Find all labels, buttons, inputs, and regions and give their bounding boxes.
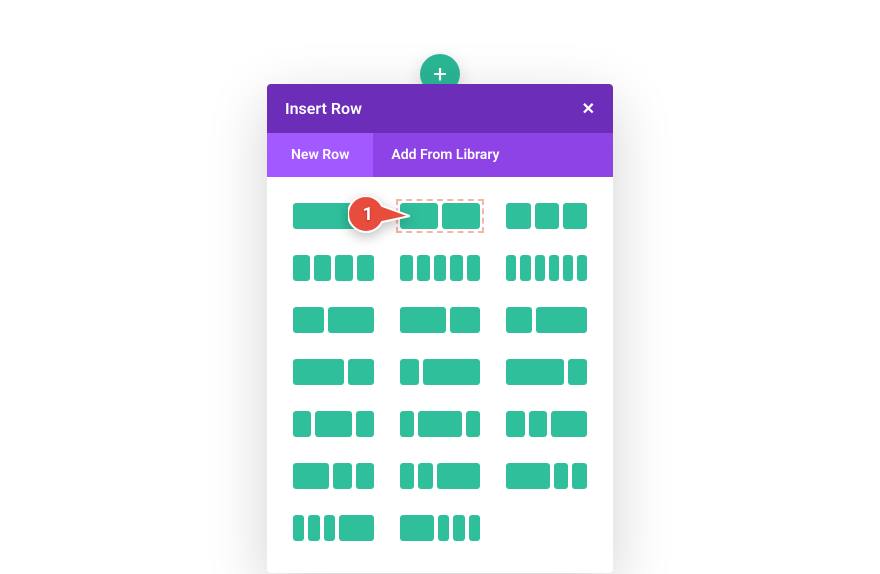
layout-option-1_6x6[interactable] — [502, 251, 591, 285]
layout-option-column — [568, 359, 587, 385]
layout-option-column — [418, 411, 462, 437]
modal-tabs: New Row Add From Library — [267, 133, 613, 177]
layout-option-1_1[interactable] — [289, 199, 378, 233]
layout-option-column — [506, 463, 550, 489]
layout-option-1_6x3__1_2[interactable] — [289, 511, 378, 545]
layout-option-column — [450, 255, 463, 281]
layout-option-1_2__1_4__1_4[interactable] — [289, 459, 378, 493]
layout-option-1_5x5[interactable] — [396, 251, 485, 285]
layout-option-column — [506, 411, 524, 437]
layout-option-column — [572, 463, 587, 489]
layout-option-column — [293, 255, 310, 281]
layout-option-column — [293, 463, 329, 489]
layout-option-column — [438, 515, 449, 541]
layout-option-column — [535, 203, 559, 229]
modal-body — [267, 177, 613, 573]
layout-option-column — [315, 411, 351, 437]
layout-option-1_2__1_6x3[interactable] — [396, 511, 485, 545]
layout-option-column — [577, 255, 587, 281]
layout-option-column — [293, 411, 311, 437]
layout-option-3_5__1_5__1_5[interactable] — [502, 459, 591, 493]
layout-option-column — [418, 463, 433, 489]
layout-option-column — [308, 515, 319, 541]
layout-option-column — [293, 515, 304, 541]
layout-option-column — [293, 203, 374, 229]
layout-option-1_5__3_5__1_5[interactable] — [396, 407, 485, 441]
layout-option-column — [467, 255, 480, 281]
tab-add-from-library[interactable]: Add From Library — [373, 133, 517, 177]
modal-header: Insert Row ✕ — [267, 84, 613, 133]
layout-option-column — [348, 359, 374, 385]
layout-option-column — [506, 307, 532, 333]
layout-option-column — [529, 411, 547, 437]
layout-option-1_4__1_4__1_2[interactable] — [502, 407, 591, 441]
layout-option-column — [466, 411, 481, 437]
layout-option-column — [400, 515, 434, 541]
layout-option-1_4__3_4[interactable] — [396, 355, 485, 389]
layout-option-column — [536, 307, 587, 333]
layout-option-column — [356, 411, 374, 437]
layout-option-3_4__1_4[interactable] — [502, 355, 591, 389]
layout-option-1_4x4[interactable] — [289, 251, 378, 285]
layout-option-column — [453, 515, 464, 541]
layout-option-2_3__1_3[interactable] — [289, 355, 378, 389]
row-layout-grid — [289, 199, 591, 545]
layout-option-1_3__1_3__1_3[interactable] — [502, 199, 591, 233]
layout-option-3_5__2_5[interactable] — [396, 303, 485, 337]
layout-option-1_3__2_3[interactable] — [502, 303, 591, 337]
layout-option-column — [506, 255, 516, 281]
layout-option-1_4__1_2__1_4[interactable] — [289, 407, 378, 441]
layout-option-column — [442, 203, 480, 229]
layout-option-column — [324, 515, 335, 541]
layout-option-column — [506, 203, 530, 229]
layout-option-column — [328, 307, 374, 333]
layout-option-column — [423, 359, 481, 385]
layout-option-1_2__1_2[interactable] — [396, 199, 485, 233]
tab-new-row[interactable]: New Row — [267, 133, 373, 177]
layout-option-column — [293, 307, 324, 333]
layout-option-column — [335, 255, 352, 281]
insert-row-modal: Insert Row ✕ New Row Add From Library — [267, 84, 613, 573]
layout-option-column — [535, 255, 545, 281]
layout-option-column — [417, 255, 430, 281]
layout-option-column — [434, 255, 447, 281]
layout-option-column — [437, 463, 481, 489]
modal-title: Insert Row — [285, 99, 362, 118]
layout-option-column — [506, 359, 564, 385]
layout-option-column — [450, 307, 481, 333]
layout-option-column — [357, 255, 374, 281]
layout-option-column — [554, 463, 569, 489]
layout-option-column — [469, 515, 480, 541]
layout-option-column — [356, 463, 374, 489]
layout-option-column — [563, 203, 587, 229]
layout-option-column — [563, 255, 573, 281]
layout-option-column — [293, 359, 344, 385]
layout-option-column — [400, 411, 415, 437]
layout-option-column — [339, 515, 373, 541]
close-icon[interactable]: ✕ — [582, 101, 595, 117]
layout-option-column — [333, 463, 351, 489]
layout-option-column — [551, 411, 587, 437]
layout-option-column — [400, 255, 413, 281]
layout-option-1_5__1_5__3_5[interactable] — [396, 459, 485, 493]
layout-option-column — [400, 463, 415, 489]
layout-option-2_5__3_5[interactable] — [289, 303, 378, 337]
layout-option-column — [400, 359, 419, 385]
layout-option-column — [400, 307, 446, 333]
layout-option-column — [314, 255, 331, 281]
layout-option-column — [549, 255, 559, 281]
layout-option-column — [520, 255, 530, 281]
layout-option-column — [400, 203, 438, 229]
